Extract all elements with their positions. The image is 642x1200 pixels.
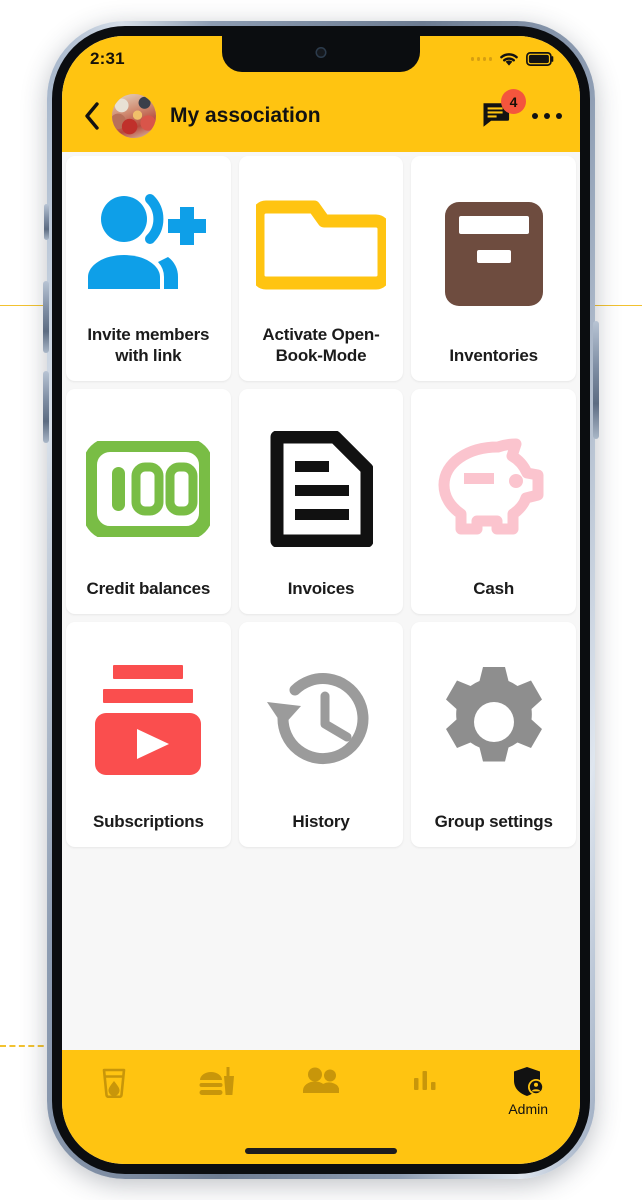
document-lines-icon bbox=[245, 399, 398, 578]
status-bar-time: 2:31 bbox=[90, 49, 125, 68]
phone-device-frame: 2:31 My association 4 Invite members wit… bbox=[43, 21, 599, 1179]
tile-history[interactable]: History bbox=[238, 622, 404, 847]
volume-down-button[interactable] bbox=[43, 371, 49, 443]
tile-credit-balances[interactable]: Credit balances bbox=[66, 389, 231, 614]
food-meal-icon bbox=[199, 1067, 235, 1095]
nav-label: Admin bbox=[508, 1101, 549, 1117]
history-clock-icon bbox=[245, 632, 398, 811]
action-tiles-grid: Invite members with link Activate Open-B… bbox=[62, 152, 580, 851]
bar-chart-icon bbox=[413, 1071, 436, 1090]
hundred-credits-icon bbox=[72, 399, 225, 578]
chat-button[interactable]: 4 bbox=[482, 89, 526, 131]
drink-glass-icon bbox=[102, 1068, 126, 1098]
tile-inventories[interactable]: Inventories bbox=[411, 156, 576, 381]
tile-label: Group settings bbox=[434, 812, 553, 832]
tile-cash[interactable]: Cash bbox=[411, 389, 576, 614]
tile-label: Invite members with link bbox=[87, 324, 210, 366]
admin-shield-icon bbox=[514, 1067, 545, 1096]
volume-up-button[interactable] bbox=[43, 281, 49, 353]
tile-subscriptions[interactable]: Subscriptions bbox=[66, 622, 231, 847]
nav-item-people[interactable] bbox=[269, 1066, 373, 1100]
app-bar: My association 4 bbox=[62, 80, 580, 152]
back-button[interactable] bbox=[76, 96, 108, 136]
tile-label: History bbox=[292, 812, 350, 832]
phone-screen: 2:31 My association 4 Invite members wit… bbox=[62, 36, 580, 1164]
nav-item-drinks[interactable] bbox=[62, 1066, 166, 1102]
nav-item-food[interactable] bbox=[166, 1066, 270, 1102]
bottom-navigation-bar: Admin bbox=[62, 1050, 580, 1164]
status-badge: 4 bbox=[501, 89, 526, 114]
archive-box-icon bbox=[417, 166, 570, 345]
video-play-stack-icon bbox=[72, 632, 225, 811]
front-camera-icon bbox=[315, 47, 327, 58]
nav-item-statistics[interactable] bbox=[373, 1066, 477, 1098]
nav-item-admin[interactable]: Admin bbox=[476, 1066, 580, 1116]
signal-dots-icon bbox=[470, 57, 492, 61]
piggy-bank-icon bbox=[417, 399, 570, 578]
mute-switch-button[interactable] bbox=[44, 204, 49, 240]
tile-label: Invoices bbox=[287, 579, 355, 599]
back-chevron-icon bbox=[85, 102, 99, 130]
tile-group-settings[interactable]: Group settings bbox=[411, 622, 576, 847]
tile-label: Credit balances bbox=[86, 579, 211, 599]
power-button[interactable] bbox=[593, 321, 599, 439]
tile-label: Inventories bbox=[449, 346, 538, 366]
tile-label: Activate Open-Book-Mode bbox=[262, 324, 380, 366]
page-title: My association bbox=[170, 104, 321, 127]
tile-invoices[interactable]: Invoices bbox=[238, 389, 404, 614]
home-indicator[interactable] bbox=[245, 1148, 397, 1154]
avatar[interactable] bbox=[112, 94, 156, 138]
tile-open-book-mode[interactable]: Activate Open-Book-Mode bbox=[238, 156, 404, 381]
person-add-icon bbox=[72, 166, 225, 324]
tile-label: Cash bbox=[473, 579, 515, 599]
gear-icon bbox=[417, 632, 570, 811]
tile-invite-members[interactable]: Invite members with link bbox=[66, 156, 231, 381]
more-horizontal-icon[interactable] bbox=[532, 104, 562, 128]
wifi-icon bbox=[500, 52, 518, 66]
main-content: Invite members with link Activate Open-B… bbox=[62, 152, 580, 1066]
battery-full-icon bbox=[526, 52, 554, 66]
open-folder-icon bbox=[245, 166, 398, 324]
group-avatar-photo bbox=[112, 94, 156, 138]
tile-label: Subscriptions bbox=[92, 812, 204, 832]
people-icon bbox=[302, 1067, 340, 1093]
display-notch bbox=[222, 36, 420, 72]
